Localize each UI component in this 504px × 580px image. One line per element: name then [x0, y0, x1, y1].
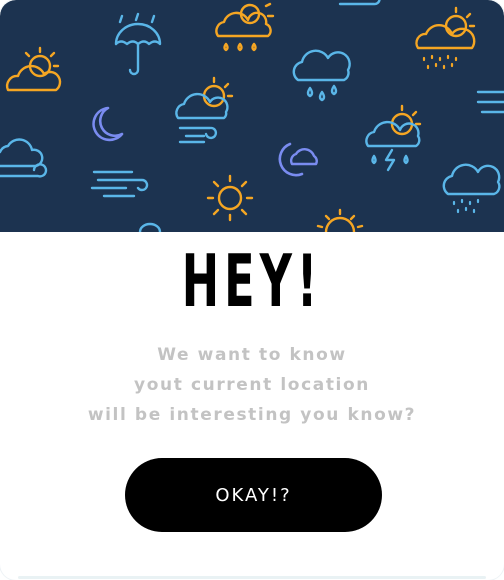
okay-button[interactable]: OKAY!? [125, 458, 382, 532]
moon-cloud-icon [278, 142, 318, 177]
message-line: will be interesting you know? [87, 405, 417, 425]
sun-cloud-rain-icon [215, 2, 275, 52]
moon-icon [92, 106, 124, 142]
sun-cloud-storm-icon [365, 104, 422, 172]
wind-icon [338, 0, 381, 6]
wind-icon [476, 90, 504, 114]
bottom-divider [18, 576, 486, 579]
cloud-icon [138, 222, 162, 232]
dialog-message: We want to know yout current location wi… [40, 340, 464, 430]
weather-banner [0, 0, 504, 232]
dialog-title: HEY! [181, 239, 323, 323]
message-line: yout current location [134, 375, 370, 395]
umbrella-icon [114, 12, 162, 76]
location-permission-dialog: HEY! We want to know yout current locati… [0, 0, 504, 580]
sun-cloud-icon [6, 46, 62, 92]
sun-icon [316, 208, 364, 232]
message-line: We want to know [157, 345, 347, 365]
sun-cloud-snow-icon [415, 6, 476, 70]
cloud-icon [0, 138, 48, 178]
wind-icon [90, 170, 149, 198]
sun-icon [206, 174, 254, 222]
rain-cloud-icon [292, 49, 351, 102]
snow-cloud-icon [442, 163, 501, 214]
sun-cloud-wind-icon [175, 76, 234, 144]
